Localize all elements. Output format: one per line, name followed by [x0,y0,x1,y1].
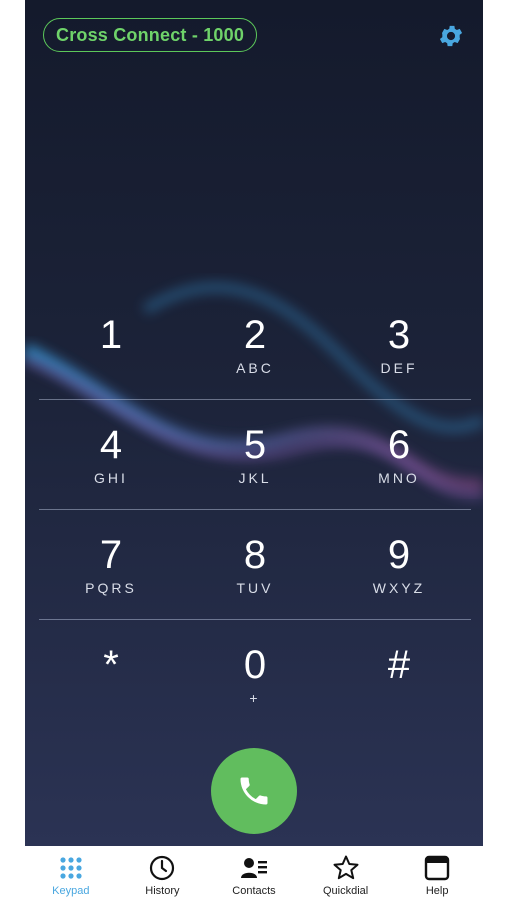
account-label: Cross Connect - 1000 [56,24,245,45]
window-icon [424,855,450,881]
account-pill[interactable]: Cross Connect - 1000 [43,18,258,52]
tab-keypad[interactable]: Keypad [25,846,117,900]
key-9[interactable]: 9 WXYZ [327,510,471,619]
grid-icon [60,857,82,879]
tab-label: Quickdial [322,885,369,897]
key-4[interactable]: 4 GHI [39,400,183,509]
key-hash[interactable]: # [327,620,471,729]
keypad: 1 2 ABC 3 DEF 4 GHI 5 JKL 6 MNO 7 PQRS 8… [39,290,471,729]
contacts-icon [240,858,267,878]
key-digit: 2 [243,312,267,357]
key-letters: WXYZ [372,579,426,596]
key-star[interactable]: * [39,620,183,729]
key-digit: 5 [243,422,267,467]
key-row: 1 2 ABC 3 DEF [39,290,471,400]
key-digit: 3 [387,312,411,357]
key-7[interactable]: 7 PQRS [39,510,183,619]
phone-icon [240,777,268,805]
key-0[interactable]: 0 + [183,620,327,729]
key-letters: GHI [94,469,128,486]
tab-quickdial[interactable]: Quickdial [300,846,392,900]
key-digit: 9 [387,532,411,577]
gear-icon[interactable] [437,22,465,50]
key-1[interactable]: 1 [39,290,183,399]
tab-label: Keypad [52,885,90,897]
key-digit: 7 [99,532,123,577]
key-digit: # [387,642,411,687]
key-letters: TUV [236,579,274,596]
key-letters: + [249,689,261,706]
key-row: 4 GHI 5 JKL 6 MNO [39,400,471,510]
key-digit: 0 [243,642,267,687]
key-row: * 0 + # [39,620,471,729]
key-digit: * [103,642,119,687]
call-button[interactable] [211,748,297,834]
key-3[interactable]: 3 DEF [327,290,471,399]
tab-label: History [145,885,180,897]
tab-label: Help [425,885,449,897]
key-digit: 6 [387,422,411,467]
tab-history[interactable]: History [117,846,209,900]
tab-bar: Keypad History Contacts Quickdial Help [25,846,483,900]
star-icon [333,855,359,880]
key-5[interactable]: 5 JKL [183,400,327,509]
tab-help[interactable]: Help [391,846,483,900]
key-digit: 8 [243,532,267,577]
key-6[interactable]: 6 MNO [327,400,471,509]
key-2[interactable]: 2 ABC [183,290,327,399]
key-letters: MNO [378,469,420,486]
key-letters: DEF [380,359,418,376]
tab-label: Contacts [232,885,276,897]
key-digit: 1 [99,312,123,357]
key-row: 7 PQRS 8 TUV 9 WXYZ [39,510,471,620]
clock-icon [150,855,175,881]
key-8[interactable]: 8 TUV [183,510,327,619]
key-digit: 4 [99,422,123,467]
key-letters: ABC [236,359,274,376]
key-letters: PQRS [85,579,137,596]
key-letters: JKL [238,469,272,486]
tab-contacts[interactable]: Contacts [208,846,300,900]
